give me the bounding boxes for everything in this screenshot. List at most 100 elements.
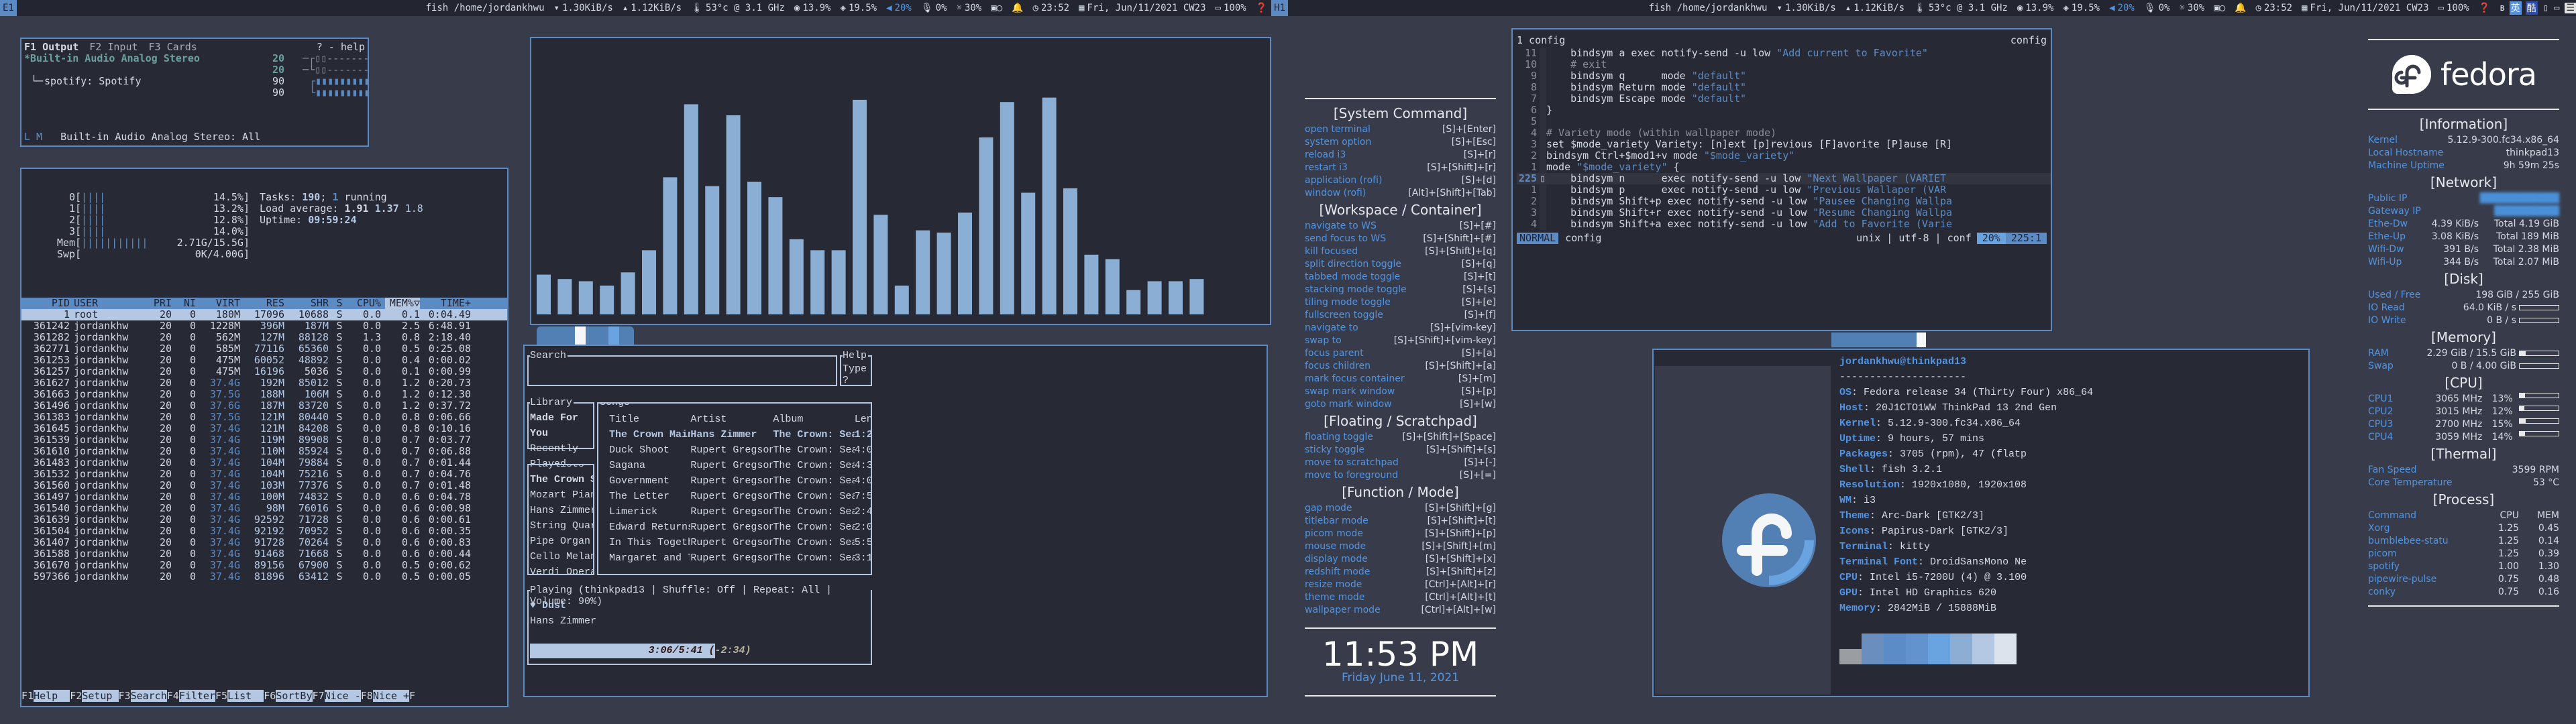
column-header[interactable]: PRI bbox=[145, 298, 172, 309]
device-volume-bar-right[interactable]: ─└▯▯------------ bbox=[303, 64, 368, 76]
process-row[interactable]: 361407 jordankhw 20 0 37.4G 91728 70264 S 0.0 0.6… bbox=[21, 537, 507, 548]
song-column-header[interactable]: Album bbox=[773, 412, 854, 427]
column-header[interactable]: USER bbox=[74, 298, 141, 309]
vim-line[interactable]: 1 bindsym p exec notify-send -u low "Pre… bbox=[1517, 184, 2051, 196]
process-row[interactable]: 361242 jordankhw 20 0 1228M 396M 187M S 0.0 2.5 6:… bbox=[21, 320, 507, 332]
process-table[interactable]: PID USER PRI NI VIRT RES SHR S CPU% MEM%▽ TIME+ 1 ro… bbox=[21, 298, 507, 583]
workspace-button-h1[interactable]: H1 bbox=[1271, 0, 1288, 16]
column-header[interactable]: VIRT bbox=[200, 298, 240, 309]
vim-line[interactable]: 5 bbox=[1517, 116, 2051, 127]
vim-line[interactable]: 11 bindsym a exec notify-send -u low "Ad… bbox=[1517, 48, 2051, 59]
playlist-item[interactable]: Hans Zimmer – Inte bbox=[530, 503, 593, 518]
vim-line[interactable]: 8 bindsym Return mode "default" bbox=[1517, 82, 2051, 93]
help-icon[interactable]: ❓ bbox=[2479, 3, 2490, 13]
column-header[interactable]: MEM%▽ bbox=[385, 298, 420, 309]
vim-line[interactable]: 3 bindsym Shift+r exec notify-send -u lo… bbox=[1517, 207, 2051, 219]
fkey-nice-[interactable]: F8Nice + bbox=[361, 690, 409, 702]
process-row[interactable]: 1 root 20 0 180M 17096 10688 S 0.0 0.1 0:04.49 bbox=[21, 309, 507, 320]
process-row[interactable]: 361639 jordankhw 20 0 37.4G 92592 71728 S 0.0 0.6… bbox=[21, 514, 507, 526]
stream-row[interactable]: └─ spotify: Spotify 90 90 ┌▮▮▮▮▮▮▮▮▮▮▮▮▮… bbox=[24, 76, 368, 99]
bell-icon[interactable]: 🔔 bbox=[1012, 3, 1023, 13]
vim-line[interactable]: 4 bindsym Shift+a exec notify-send -u lo… bbox=[1517, 219, 2051, 230]
htop-window[interactable]: 0[|||| 14.5%] 1[|||| 13.2%] 2[|||| 12.8%] 3[||… bbox=[20, 168, 508, 707]
song-row[interactable]: The Crown Main TitleHans Zimmer The Crown… bbox=[609, 427, 871, 442]
process-row[interactable]: 361282 jordankhw 20 0 562M 127M 88128 S 1.3 0.8 2:… bbox=[21, 332, 507, 343]
vim-line[interactable]: 3 set $mode_variety Variety: [n]ext [p]re… bbox=[1517, 139, 2051, 150]
song-row[interactable]: Sagana Rupert Gregson-WilliamsThe Crown: … bbox=[609, 458, 871, 473]
vim-line[interactable]: 7 bindsym Escape mode "default" bbox=[1517, 93, 2051, 105]
vim-line[interactable]: 4 # Variety mode (within wallpaper mode) bbox=[1517, 127, 2051, 139]
bell-icon[interactable]: 🔔 bbox=[2235, 3, 2246, 13]
playlists-panel[interactable]: Playlists The Crown SeasonsMozart PianoH… bbox=[527, 464, 594, 575]
workspace-button-e1[interactable]: E1 bbox=[0, 0, 17, 16]
stream-volume-bar[interactable]: ┌▮▮▮▮▮▮▮▮▮▮▮▮▮ bbox=[309, 76, 368, 87]
vim-line[interactable]: 225 ▯ bindsym n exec notify-send -u low "… bbox=[1517, 173, 2051, 184]
playlist-item[interactable]: Verdi Opera bbox=[530, 564, 593, 574]
song-row[interactable]: The Letter Rupert Gregson-WilliamsThe Cro… bbox=[609, 489, 871, 504]
vim-line[interactable]: 1 mode "$mode_variety" { bbox=[1517, 162, 2051, 173]
spotify-tui-window[interactable]: Search Help Type ? Library Made For You … bbox=[523, 345, 1268, 697]
mic-control[interactable]: 🎙 0% bbox=[921, 3, 947, 13]
column-header[interactable]: CPU% bbox=[350, 298, 381, 309]
process-row[interactable]: 361627 jordankhw 20 0 37.4G 192M 85012 S 0.0 1.2 0… bbox=[21, 377, 507, 389]
process-row[interactable]: 361483 jordankhw 20 0 37.4G 104M 79884 S 0.0 0.7 0… bbox=[21, 457, 507, 469]
input-method-chewing-icon[interactable]: 酷 bbox=[2525, 1, 2538, 15]
column-header[interactable]: PID bbox=[23, 298, 70, 309]
volume-control[interactable]: ◀ 20% bbox=[2109, 3, 2135, 13]
vim-line[interactable]: 2 bindsym Ctrl+$mod1+v mode "$mode_variet… bbox=[1517, 150, 2051, 162]
process-row[interactable]: 361588 jordankhw 20 0 37.4G 91468 71668 S 0.0 0.6… bbox=[21, 548, 507, 560]
device-row[interactable]: *Built-in Audio Analog Stereo 20 20 ─┌▯▯… bbox=[24, 53, 368, 76]
vim-window[interactable]: 1 config config 11 bindsym a exec notify… bbox=[1511, 28, 2052, 331]
fkey-list[interactable]: F5List bbox=[215, 690, 264, 702]
song-row[interactable]: Limerick Rupert Gregson-WilliamsThe Crown… bbox=[609, 504, 871, 520]
display-toggle-icon[interactable]: ▣◯ bbox=[2214, 3, 2225, 13]
process-row[interactable]: 361540 jordankhw 20 0 37.4G 98M 76016 S 0.0 0.6 0:… bbox=[21, 503, 507, 514]
playbar[interactable]: Playing (thinkpad13 | Shuffle: Off | Rep… bbox=[527, 585, 872, 665]
input-method-english-icon[interactable]: 英 bbox=[2509, 1, 2522, 15]
process-row[interactable]: 597366 jordankhw 20 0 37.4G 81896 63412 S 0.0 0.5… bbox=[21, 571, 507, 583]
process-row[interactable]: 361645 jordankhw 20 0 37.4G 121M 84208 S 0.0 0.8 0… bbox=[21, 423, 507, 434]
process-row[interactable]: 362771 jordankhw 20 0 585M 77116 65360 S 0.0 0.5 0… bbox=[21, 343, 507, 355]
volume-control[interactable]: ◀ 20% bbox=[886, 3, 912, 13]
fkey-more[interactable]: F bbox=[409, 690, 415, 702]
process-row[interactable]: 361504 jordankhw 20 0 37.4G 92192 70952 S 0.0 0.6… bbox=[21, 526, 507, 537]
song-column-header[interactable]: Title bbox=[609, 412, 690, 427]
vim-line[interactable]: 2 bindsym Shift+p exec notify-send -u lo… bbox=[1517, 196, 2051, 207]
display-toggle-icon[interactable]: ▣◯ bbox=[991, 3, 1002, 13]
brightness-control[interactable]: ☼ 30% bbox=[956, 3, 981, 13]
pulsemixer-window[interactable]: F1 Output F2 Input F3 Cards ? - help *Bu… bbox=[20, 38, 369, 147]
fkey-search[interactable]: F3Search bbox=[119, 690, 167, 702]
fkey-help[interactable]: F1Help bbox=[21, 690, 70, 702]
song-row[interactable]: Duck Shoot Rupert Gregson-WilliamsThe Cro… bbox=[609, 442, 871, 458]
phone-icon[interactable]: ▯ bbox=[2543, 3, 2548, 13]
screen-icon[interactable]: ▭ bbox=[2554, 3, 2559, 13]
vim-buffer[interactable]: 11 bindsym a exec notify-send -u low "Ad… bbox=[1517, 48, 2051, 230]
song-row[interactable]: Government Rupert Gregson-WilliamsThe Cro… bbox=[609, 473, 871, 489]
playlist-item[interactable]: String Quartet 101 bbox=[530, 518, 593, 534]
brightness-control[interactable]: ☼ 30% bbox=[2179, 3, 2204, 13]
song-row[interactable]: Margaret and TownsendRupert Gregson-Will… bbox=[609, 550, 871, 566]
mic-control[interactable]: 🎙 0% bbox=[2144, 3, 2170, 13]
song-column-header[interactable]: Artist bbox=[690, 412, 773, 427]
process-row[interactable]: 361539 jordankhw 20 0 37.4G 119M 89908 S 0.0 0.7 0… bbox=[21, 434, 507, 446]
process-row[interactable]: 361532 jordankhw 20 0 37.4G 104M 75216 S 0.0 0.7 0… bbox=[21, 469, 507, 480]
fkey-sortby[interactable]: F6SortBy bbox=[264, 690, 313, 702]
process-row[interactable]: 361663 jordankhw 20 0 37.5G 188M 106M S 0.0 1.2 0:… bbox=[21, 389, 507, 400]
songs-panel[interactable]: Songs TitleArtistAlbumLenThe Crown Main … bbox=[597, 402, 872, 575]
playlist-item[interactable]: The Crown Seasons bbox=[530, 472, 593, 487]
help-icon[interactable]: ❓ bbox=[1256, 3, 1267, 13]
process-row[interactable]: 361497 jordankhw 20 0 37.4G 100M 74832 S 0.0 0.6 0… bbox=[21, 491, 507, 503]
playlist-item[interactable]: Mozart Piano bbox=[530, 487, 593, 503]
device-volume-bar[interactable]: ─┌▯▯------------ bbox=[303, 53, 368, 64]
tab-cards[interactable]: F3 Cards bbox=[149, 42, 197, 53]
search-box[interactable]: Search bbox=[527, 350, 837, 386]
column-header[interactable]: NI bbox=[176, 298, 196, 309]
library-panel[interactable]: Library Made For You Recently Played bbox=[527, 397, 594, 470]
library-item-made-for-you[interactable]: Made For You bbox=[530, 410, 593, 441]
fkey-setup[interactable]: F2Setup bbox=[70, 690, 119, 702]
process-row[interactable]: 361560 jordankhw 20 0 37.4G 103M 77376 S 0.0 0.7 0… bbox=[21, 480, 507, 491]
process-row[interactable]: 361257 jordankhw 20 0 475M 16196 5036 S 0.0 0.1 0:… bbox=[21, 366, 507, 377]
vim-line[interactable]: 9 bindsym q mode "default" bbox=[1517, 70, 2051, 82]
column-header[interactable]: S bbox=[333, 298, 346, 309]
column-header[interactable]: RES bbox=[244, 298, 284, 309]
